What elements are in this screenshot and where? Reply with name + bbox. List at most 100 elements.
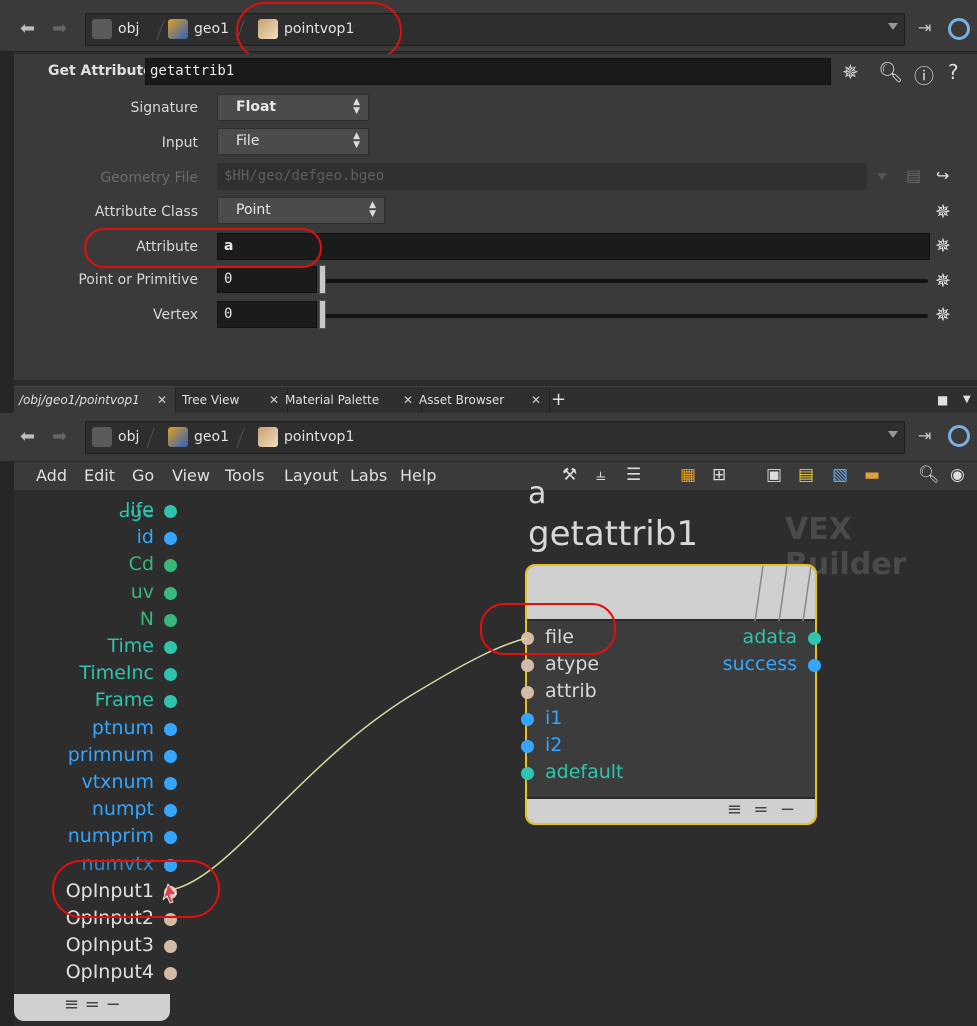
maximize-pane-icon[interactable]: ■ [932, 387, 950, 413]
pane-menu-arrow-icon[interactable]: ▼ [958, 387, 976, 413]
link-circle-icon[interactable] [948, 425, 970, 447]
crumb-pointvop1[interactable]: pointvop1 [258, 14, 354, 45]
menu-labs[interactable]: Labs [350, 466, 387, 485]
menu-add[interactable]: Add [36, 466, 67, 485]
node-header[interactable] [527, 566, 815, 621]
help-icon[interactable]: ? [948, 60, 959, 84]
info-icon[interactable]: ⓘ [914, 60, 934, 89]
tab-tree-view[interactable]: Tree View ✕ [177, 387, 288, 413]
geo-icon [168, 427, 188, 447]
eye-icon[interactable]: ◉ [950, 465, 965, 485]
global-output-label: OpInput1 [65, 879, 154, 902]
global-output-port[interactable] [164, 641, 177, 654]
param-label-attribute: Attribute [136, 239, 198, 255]
close-tab-icon[interactable]: ✕ [157, 387, 167, 413]
sticky-note-icon[interactable]: ▤ [798, 465, 814, 485]
point-or-primitive-gear-icon[interactable]: ✵ [935, 270, 951, 292]
node-name-field[interactable]: getattrib1 [145, 58, 831, 85]
footer-grip-icon: ≡ = − [64, 994, 121, 1015]
global-output-port[interactable] [164, 749, 177, 763]
tab-network-path[interactable]: /obj/geo1/pointvop1 ✕ [14, 387, 176, 413]
updown-arrows-icon: ▲ ▼ [369, 200, 376, 219]
search-icon[interactable]: 🔍︎ [878, 60, 903, 84]
attribute-gear-icon[interactable]: ✵ [935, 235, 951, 257]
color-palette-icon[interactable]: ▦ [680, 465, 696, 485]
global-output-port[interactable] [164, 858, 177, 872]
pin-icon[interactable]: ⇥ [918, 426, 931, 445]
global-output-port[interactable] [164, 586, 177, 600]
input-port[interactable] [521, 686, 534, 699]
attribute-class-menu[interactable]: Point ▲ ▼ [217, 197, 385, 224]
list-view-icon[interactable]: ☰ [626, 465, 641, 485]
pin-icon[interactable]: ⇥ [918, 18, 931, 37]
tree-layout-icon[interactable]: ⫨ [596, 465, 606, 485]
input-menu[interactable]: File ▲ ▼ [217, 128, 369, 155]
search-icon[interactable]: 🔍︎ [918, 465, 940, 485]
path-dropdown-arrow-icon[interactable] [888, 23, 898, 30]
crumb-geo1[interactable]: geo1 [168, 422, 229, 453]
menu-edit[interactable]: Edit [84, 466, 115, 485]
geometry-file-field[interactable]: $HH/geo/defgeo.bgeo [217, 163, 867, 190]
menu-help[interactable]: Help [400, 466, 436, 485]
global-output-port[interactable] [164, 885, 177, 899]
path-dropdown-arrow-icon[interactable] [888, 431, 898, 438]
close-tab-icon[interactable]: ✕ [531, 387, 541, 413]
global-output-label: numvtx [81, 852, 154, 875]
menu-view[interactable]: View [172, 466, 210, 485]
pointvop-icon [258, 427, 278, 447]
tab-material-palette[interactable]: Material Palette ✕ [280, 387, 422, 413]
network-box-icon[interactable]: ▣ [766, 465, 782, 485]
open-file-icon[interactable]: ↪ [936, 166, 949, 185]
input-port[interactable] [521, 659, 534, 672]
signature-menu[interactable]: Float ▲ ▼ [217, 94, 369, 121]
file-chooser-icon[interactable]: ▤ [906, 166, 921, 185]
vertex-field[interactable]: 0 [217, 301, 317, 328]
point-or-primitive-slider[interactable] [320, 279, 928, 283]
global-output-label: life [125, 499, 154, 521]
vertex-slider[interactable] [320, 314, 928, 318]
close-tab-icon[interactable]: ✕ [269, 387, 279, 413]
input-port[interactable] [521, 713, 534, 726]
crumb-pointvop1[interactable]: pointvop1 [258, 422, 354, 453]
forward-arrow-icon[interactable]: ➡ [52, 18, 67, 39]
vertex-slider-handle[interactable] [319, 300, 326, 329]
back-arrow-icon[interactable]: ⬅ [20, 18, 35, 39]
menu-layout[interactable]: Layout [284, 466, 338, 485]
asset-icon[interactable]: ▬ [864, 465, 880, 485]
attribute-class-gear-icon[interactable]: ✵ [935, 201, 951, 223]
back-arrow-icon[interactable]: ⬅ [20, 426, 35, 447]
point-or-primitive-slider-handle[interactable] [319, 265, 326, 294]
global-output-port[interactable] [164, 505, 177, 518]
file-dropdown-arrow-icon[interactable] [877, 173, 887, 180]
point-or-primitive-field[interactable]: 0 [217, 266, 317, 293]
global-output-port[interactable] [164, 913, 177, 926]
input-port[interactable] [521, 767, 534, 780]
menu-tools[interactable]: Tools [225, 466, 264, 485]
input-port[interactable] [521, 632, 534, 645]
link-circle-icon[interactable] [948, 18, 970, 40]
global-output-port[interactable] [164, 777, 177, 790]
param-label-point-or-primitive: Point or Primitive [78, 272, 198, 288]
crumb-geo1[interactable]: geo1 [168, 14, 229, 45]
forward-arrow-icon[interactable]: ➡ [52, 426, 67, 447]
tab-asset-browser[interactable]: Asset Browser ✕ [414, 387, 550, 413]
gear-icon[interactable]: ✵ [842, 60, 859, 84]
geo-icon [168, 19, 188, 39]
crumb-separator [156, 20, 165, 40]
attribute-field[interactable]: a [217, 233, 930, 260]
global-output-port[interactable] [164, 722, 177, 736]
node-name-label[interactable]: getattrib1 [528, 514, 698, 554]
input-port[interactable] [521, 740, 534, 753]
crumb-obj[interactable]: obj [92, 422, 139, 453]
global-output-port[interactable] [164, 613, 177, 627]
tools-icon[interactable]: ⚒ [562, 465, 577, 485]
crumb-obj[interactable]: obj [92, 14, 139, 45]
output-port[interactable] [808, 659, 821, 672]
output-port[interactable] [808, 632, 821, 645]
menu-go[interactable]: Go [132, 466, 154, 485]
image-background-icon[interactable]: ▧ [832, 465, 848, 485]
grid-view-icon[interactable]: ⊞ [712, 465, 726, 485]
add-tab-button[interactable]: + [546, 387, 570, 413]
vertex-gear-icon[interactable]: ✵ [935, 304, 951, 326]
close-tab-icon[interactable]: ✕ [403, 387, 413, 413]
